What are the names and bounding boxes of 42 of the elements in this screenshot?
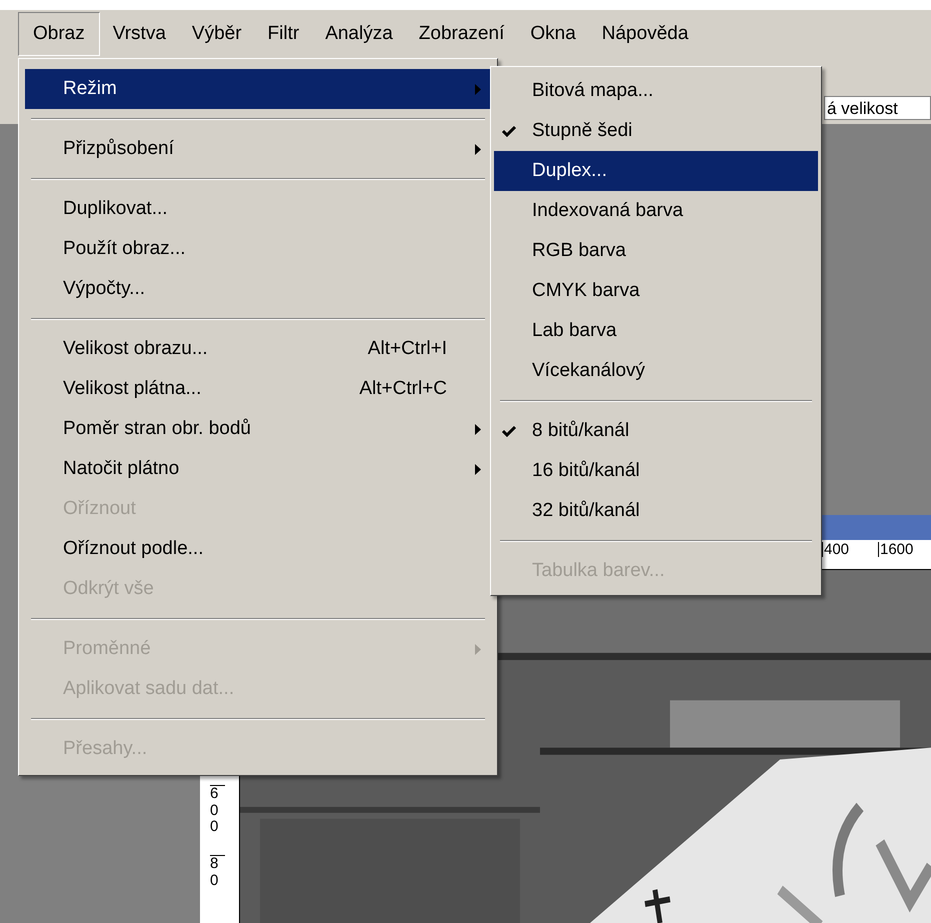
submenu-item[interactable]: Lab barva xyxy=(494,311,818,351)
menu-bar-item[interactable]: Okna xyxy=(517,12,589,56)
submenu-arrow-icon xyxy=(475,144,481,154)
submenu-item[interactable]: RGB barva xyxy=(494,231,818,271)
menu-bar-item[interactable]: Obraz xyxy=(18,12,100,56)
menu-bar-item[interactable]: Analýza xyxy=(312,12,406,56)
menu-item[interactable]: Duplikovat... xyxy=(25,189,491,229)
menu-bar-item[interactable]: Výběr xyxy=(178,12,255,56)
menu-item[interactable]: Poměr stran obr. bodů xyxy=(25,409,491,449)
menu-item[interactable]: Výpočty... xyxy=(25,269,491,309)
shortcut-label: Alt+Ctrl+C xyxy=(359,376,447,401)
menu-bar-item[interactable]: Vrstva xyxy=(100,12,179,56)
menu-item[interactable]: Velikost plátna... Alt+Ctrl+C xyxy=(25,369,491,409)
submenu-arrow-icon xyxy=(475,84,481,94)
submenu-item[interactable]: Vícekanálový xyxy=(494,351,818,391)
submenu-item[interactable]: 16 bitů/kanál xyxy=(494,451,818,491)
ruler-label: 600 xyxy=(210,785,225,836)
submenu-item[interactable]: Duplex... xyxy=(494,151,818,191)
menu-item[interactable]: Oříznout podle... xyxy=(25,529,491,569)
menu-item[interactable]: Natočit plátno xyxy=(25,449,491,489)
submenu-item[interactable]: Bitová mapa... xyxy=(494,71,818,111)
submenu-arrow-icon xyxy=(475,644,481,654)
submenu-item[interactable]: Stupně šedi xyxy=(494,111,818,151)
menu-item[interactable]: Velikost obrazu... Alt+Ctrl+I xyxy=(25,329,491,369)
submenu-arrow-icon xyxy=(475,424,481,434)
submenu-item[interactable]: CMYK barva xyxy=(494,271,818,311)
checkmark-icon xyxy=(502,125,516,137)
menu-item[interactable]: Použít obraz... xyxy=(25,229,491,269)
menu-bar-item[interactable]: Nápověda xyxy=(588,12,702,56)
ruler-label: 80 xyxy=(210,855,225,889)
submenu-arrow-icon xyxy=(475,464,481,474)
submenu-item[interactable]: 32 bitů/kanál xyxy=(494,491,818,531)
submenu-item[interactable]: 8 bitů/kanál xyxy=(494,411,818,451)
ruler-label: 1600 xyxy=(878,542,914,557)
submenu-item[interactable]: Indexovaná barva xyxy=(494,191,818,231)
options-field[interactable]: á velikost xyxy=(824,96,931,120)
menu-bar-item[interactable]: Zobrazení xyxy=(406,12,518,56)
checkmark-icon xyxy=(502,425,516,437)
shortcut-label: Alt+Ctrl+I xyxy=(368,336,447,361)
menu-item[interactable]: Přizpůsobení xyxy=(25,129,491,169)
menu-bar-item[interactable]: Filtr xyxy=(254,12,312,56)
menu-item[interactable]: Režim xyxy=(25,69,491,109)
